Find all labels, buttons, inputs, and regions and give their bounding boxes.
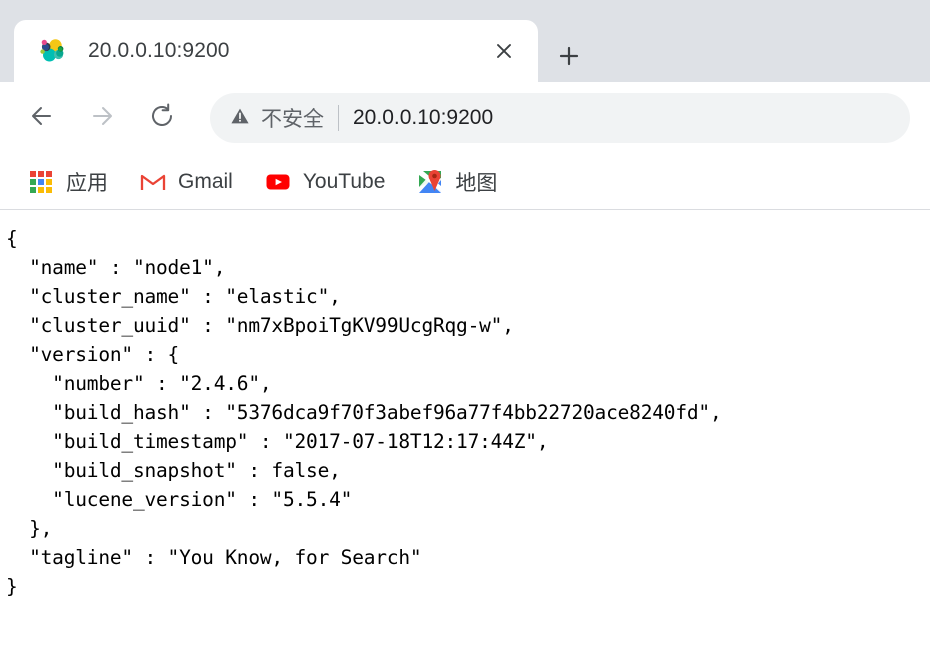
omnibox-divider (338, 105, 339, 131)
forward-arrow-icon (88, 102, 116, 135)
browser-toolbar: 不安全 20.0.0.10:9200 (0, 82, 930, 154)
bookmark-gmail[interactable]: Gmail (130, 162, 243, 202)
reload-icon (148, 102, 176, 135)
new-tab-button[interactable] (540, 34, 598, 82)
elasticsearch-favicon (36, 36, 66, 66)
warning-triangle-icon (230, 106, 250, 131)
youtube-icon (265, 169, 291, 195)
bookmark-maps[interactable]: 地图 (407, 162, 507, 202)
bookmark-apps[interactable]: 应用 (18, 162, 118, 202)
reload-button[interactable] (138, 94, 186, 142)
apps-grid-icon (28, 169, 54, 195)
bookmark-label: YouTube (302, 169, 386, 193)
bookmark-label: 地图 (455, 171, 498, 195)
page-viewport: { "name" : "node1", "cluster_name" : "el… (0, 210, 930, 671)
address-bar-url[interactable]: 20.0.0.10:9200 (353, 106, 493, 130)
bookmark-youtube[interactable]: YouTube (255, 162, 396, 202)
security-label: 不安全 (261, 108, 324, 131)
json-response-body: { "name" : "node1", "cluster_name" : "el… (6, 227, 722, 598)
security-status[interactable]: 不安全 (230, 103, 324, 133)
address-bar[interactable]: 不安全 20.0.0.10:9200 (210, 93, 910, 143)
back-button[interactable] (18, 94, 66, 142)
gmail-icon (140, 169, 166, 195)
bookmarks-bar: 应用 Gmail YouTube 地图 (0, 154, 930, 210)
forward-button[interactable] (78, 94, 126, 142)
browser-tab[interactable]: 20.0.0.10:9200 (14, 20, 538, 82)
bookmark-label: 应用 (66, 171, 108, 195)
close-icon[interactable] (486, 33, 522, 69)
bookmark-label: Gmail (178, 169, 233, 193)
browser-tab-strip: 20.0.0.10:9200 (0, 0, 930, 82)
google-maps-icon (417, 169, 443, 195)
back-arrow-icon (28, 102, 56, 135)
browser-tab-title: 20.0.0.10:9200 (88, 39, 230, 62)
plus-icon (557, 44, 581, 73)
